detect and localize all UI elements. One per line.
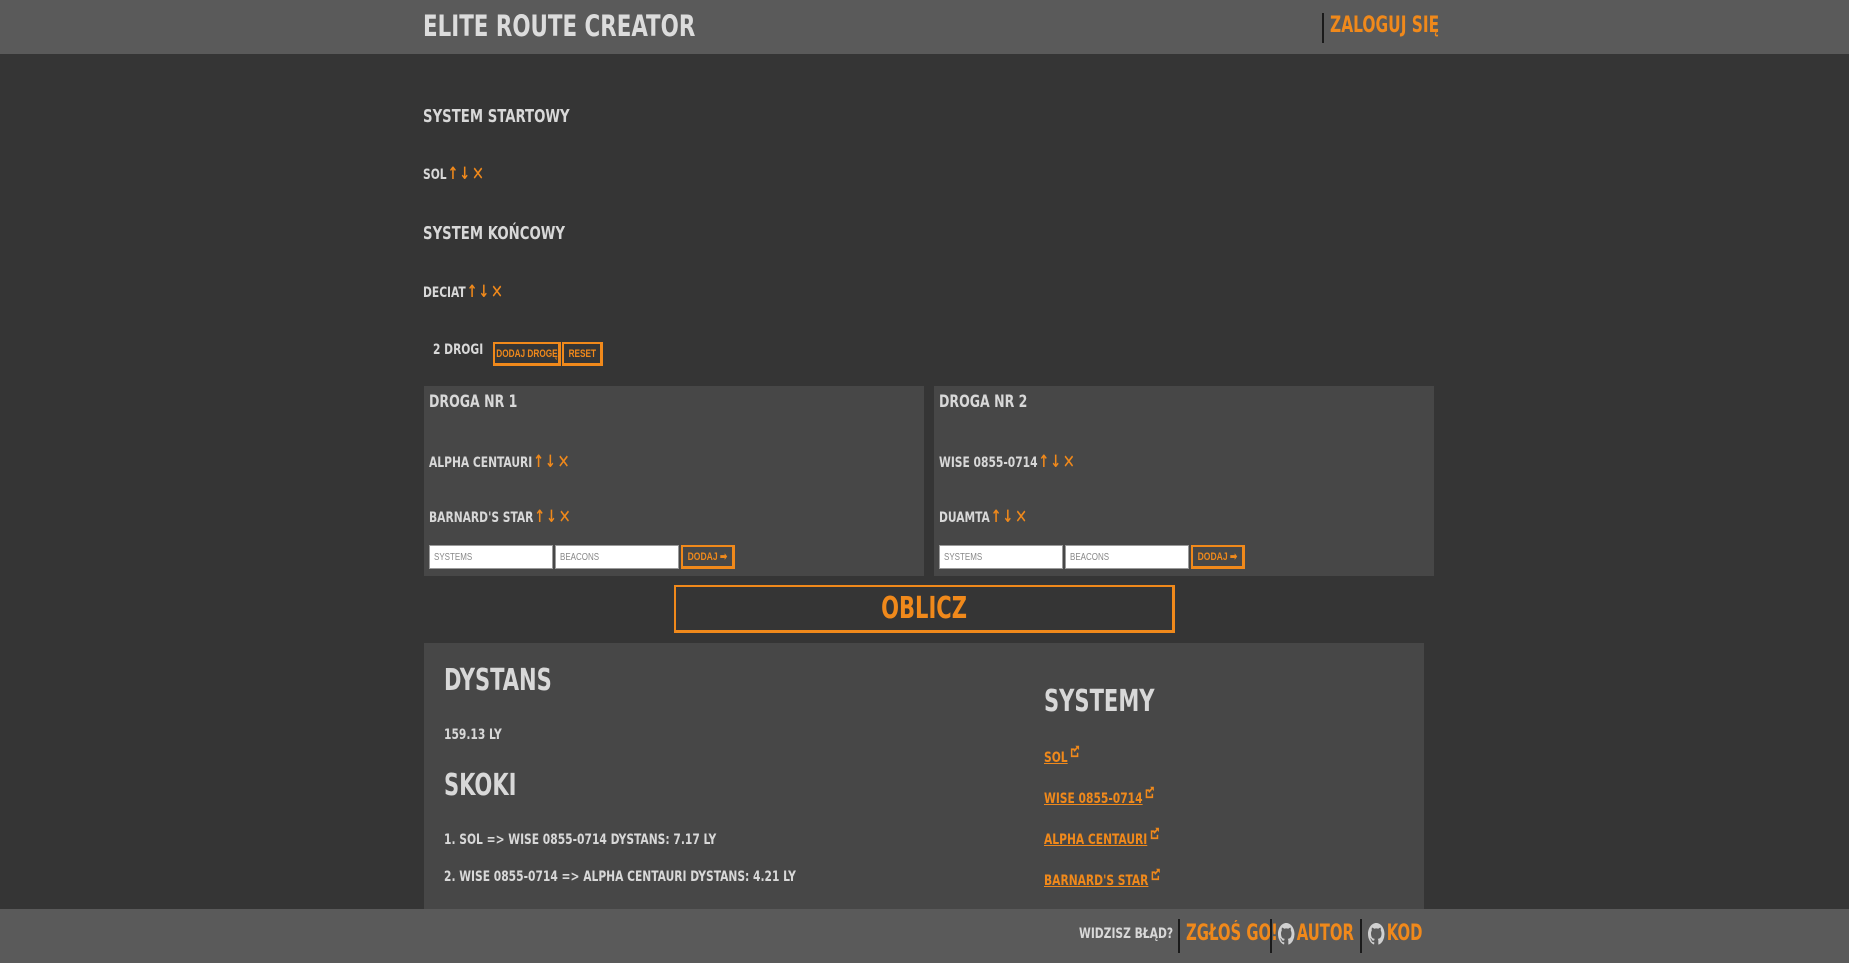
external-link-icon <box>1151 868 1160 881</box>
beacons-input[interactable]: BEACONS <box>555 545 679 569</box>
add-route-label: DODAJ DROGĘ <box>495 347 558 360</box>
remove-icon[interactable]: ✕ <box>557 453 569 472</box>
login-link[interactable]: ZALOGUJ SIĘ <box>1330 13 1439 38</box>
route-title: DROGA NR 2 <box>939 392 1028 412</box>
start-system-row: SOL ↑ ↓ ✕ <box>423 165 484 184</box>
remove-icon[interactable]: ✕ <box>491 283 503 302</box>
route-system-row: ALPHA CENTAURI ↑ ↓ ✕ <box>429 453 570 472</box>
add-system-label: DODAJ ➡ <box>687 551 728 563</box>
footer-bar: WIDZISZ BŁĄD? ZGŁOŚ GO! AUTOR KOD <box>0 909 1849 963</box>
github-icon <box>1368 922 1385 945</box>
reset-label: RESET <box>568 347 596 360</box>
move-down-icon[interactable]: ↓ <box>546 509 557 526</box>
footer-divider <box>1270 919 1272 953</box>
end-system-heading: SYSTEM KOŃCOWY <box>423 223 566 244</box>
move-down-icon[interactable]: ↓ <box>478 284 489 301</box>
route-system-name: ALPHA CENTAURI <box>429 454 533 471</box>
beacons-input-placeholder: BEACONS <box>560 551 600 563</box>
start-system-name: SOL <box>423 166 447 183</box>
app-title[interactable]: ELITE ROUTE CREATOR <box>423 9 695 43</box>
system-link[interactable]: ALPHA CENTAURI <box>1044 827 1160 848</box>
calculate-button[interactable]: OBLICZ <box>674 585 1175 633</box>
external-link-icon <box>1145 786 1154 799</box>
route-system-name: BARNARD'S STAR <box>429 509 534 526</box>
route-system-name: WISE 0855-0714 <box>939 454 1038 471</box>
systems-input[interactable]: SYSTEMS <box>939 545 1063 569</box>
move-down-icon[interactable]: ↓ <box>1050 454 1061 471</box>
systems-heading: SYSTEMY <box>1044 684 1155 719</box>
beacons-input-placeholder: BEACONS <box>1070 551 1110 563</box>
system-link-label: WISE 0855-0714 <box>1044 791 1143 807</box>
jump-item: 2. WISE 0855-0714 => ALPHA CENTAURI DYST… <box>444 869 796 885</box>
start-system-heading: SYSTEM STARTOWY <box>423 106 570 127</box>
calculate-label: OBLICZ <box>881 591 967 626</box>
login-divider <box>1322 13 1324 43</box>
footer-question: WIDZISZ BŁĄD? <box>1079 926 1174 942</box>
beacons-input[interactable]: BEACONS <box>1065 545 1189 569</box>
results-panel: DYSTANS 159.13 LY SKOKI 1. SOL => WISE 0… <box>424 643 1424 909</box>
add-system-button[interactable]: DODAJ ➡ <box>1191 545 1245 569</box>
add-system-button[interactable]: DODAJ ➡ <box>681 545 735 569</box>
jump-item: 1. SOL => WISE 0855-0714 DYSTANS: 7.17 L… <box>444 832 717 848</box>
remove-icon[interactable]: ✕ <box>559 508 571 527</box>
route-system-name: DUAMTA <box>939 509 990 526</box>
move-down-icon[interactable]: ↓ <box>545 454 556 471</box>
external-link-icon <box>1150 827 1159 840</box>
external-link-icon <box>1070 745 1079 758</box>
route-system-row: BARNARD'S STAR ↑ ↓ ✕ <box>429 508 571 527</box>
system-link-label: SOL <box>1044 750 1068 766</box>
report-bug-link[interactable]: ZGŁOŚ GO! <box>1186 921 1278 946</box>
remove-icon[interactable]: ✕ <box>1063 453 1075 472</box>
move-up-icon[interactable]: ↑ <box>533 454 544 471</box>
route-panel-2: DROGA NR 2 WISE 0855-0714 ↑ ↓ ✕ DUAMTA ↑… <box>934 386 1434 576</box>
code-label: KOD <box>1386 921 1423 946</box>
distance-heading: DYSTANS <box>444 663 552 698</box>
system-link-label: ALPHA CENTAURI <box>1044 832 1148 848</box>
move-up-icon[interactable]: ↑ <box>467 284 478 301</box>
move-up-icon[interactable]: ↑ <box>991 509 1002 526</box>
header-bar: ELITE ROUTE CREATOR ZALOGUJ SIĘ <box>0 0 1849 54</box>
move-up-icon[interactable]: ↑ <box>534 509 545 526</box>
move-down-icon[interactable]: ↓ <box>1002 509 1013 526</box>
routes-count: 2 DROGI <box>433 342 484 358</box>
remove-icon[interactable]: ✕ <box>1015 508 1027 527</box>
route-panel-1: DROGA NR 1 ALPHA CENTAURI ↑ ↓ ✕ BARNARD'… <box>424 386 924 576</box>
remove-icon[interactable]: ✕ <box>472 165 484 184</box>
system-link-label: BARNARD'S STAR <box>1044 873 1149 889</box>
end-system-name: DECIAT <box>423 284 466 301</box>
github-icon <box>1278 922 1295 945</box>
add-route-button[interactable]: DODAJ DROGĘ <box>493 342 561 366</box>
systems-input-placeholder: SYSTEMS <box>944 551 983 563</box>
system-link[interactable]: SOL <box>1044 745 1080 766</box>
reset-button[interactable]: RESET <box>562 342 603 366</box>
systems-input[interactable]: SYSTEMS <box>429 545 553 569</box>
jumps-heading: SKOKI <box>444 768 517 803</box>
route-title: DROGA NR 1 <box>429 392 518 412</box>
systems-input-placeholder: SYSTEMS <box>434 551 473 563</box>
system-link[interactable]: WISE 0855-0714 <box>1044 786 1155 807</box>
route-system-row: WISE 0855-0714 ↑ ↓ ✕ <box>939 453 1075 472</box>
author-label: AUTOR <box>1296 921 1354 946</box>
distance-value: 159.13 LY <box>444 727 502 743</box>
code-link[interactable]: KOD <box>1368 921 1422 946</box>
end-system-row: DECIAT ↑ ↓ ✕ <box>423 283 503 302</box>
move-up-icon[interactable]: ↑ <box>1038 454 1049 471</box>
move-down-icon[interactable]: ↓ <box>459 166 470 183</box>
report-bug-label: ZGŁOŚ GO! <box>1186 921 1278 946</box>
footer-divider <box>1360 919 1362 953</box>
footer-divider <box>1178 919 1180 953</box>
add-system-label: DODAJ ➡ <box>1197 551 1238 563</box>
route-system-row: DUAMTA ↑ ↓ ✕ <box>939 508 1027 527</box>
system-link[interactable]: BARNARD'S STAR <box>1044 868 1161 889</box>
author-link[interactable]: AUTOR <box>1278 921 1354 946</box>
move-up-icon[interactable]: ↑ <box>447 166 458 183</box>
